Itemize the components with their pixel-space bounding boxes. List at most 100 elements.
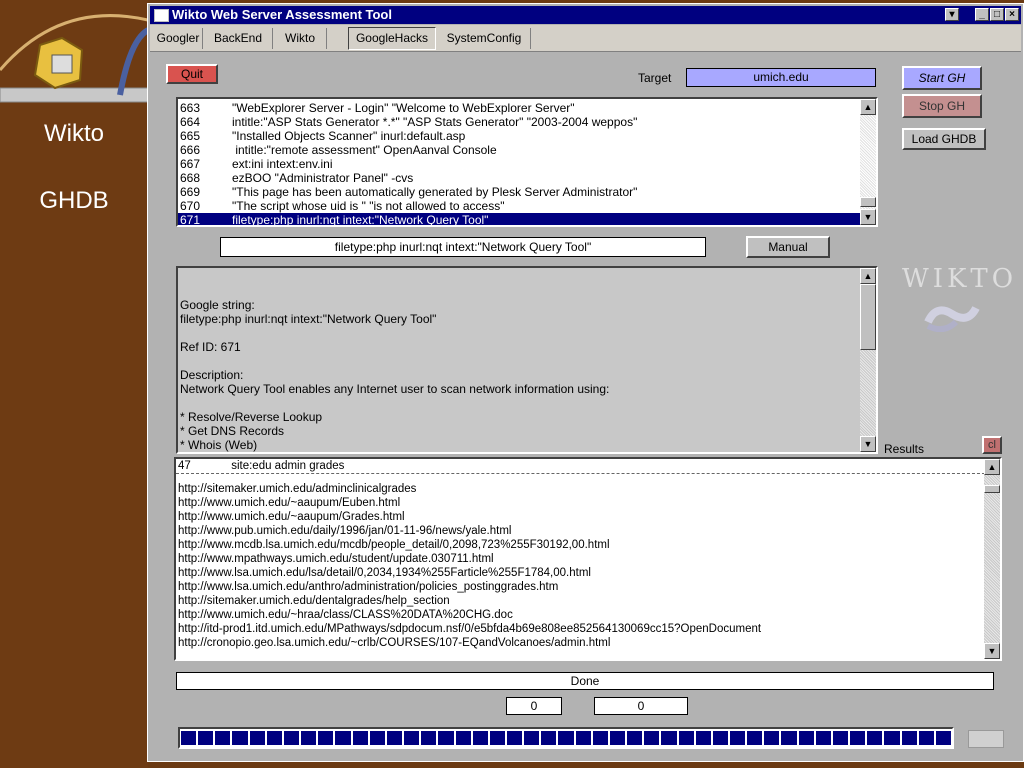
description-line (180, 396, 874, 410)
ghdb-item-query: "Installed Objects Scanner" inurl:defaul… (232, 129, 466, 143)
description-line: Google string: (180, 298, 255, 312)
description-line: * Whois (IP owner) (180, 452, 874, 454)
ghdb-listbox[interactable]: 663 "WebExplorer Server - Login" "Welcome… (176, 97, 878, 227)
ghdb-list-item[interactable]: 668 ezBOO "Administrator Panel" -cvs (178, 171, 876, 185)
result-url-item[interactable]: http://www.umich.edu/~aaupum/Grades.html (176, 510, 1000, 524)
result-url-item[interactable]: http://www.umich.edu/~aaupum/Euben.html (176, 496, 1000, 510)
ghdb-scrollbar[interactable]: ▲ ▼ (860, 99, 876, 225)
manual-button[interactable]: Manual (746, 236, 830, 258)
result-url-item[interactable]: http://www.lsa.umich.edu/anthro/administ… (176, 580, 1000, 594)
progress-block (798, 731, 814, 745)
tab-googlehacks[interactable]: GoogleHacks (348, 27, 436, 50)
ghdb-item-id: 664 (180, 115, 201, 129)
counter-current: 0 (506, 697, 562, 715)
progress-block (935, 731, 952, 745)
google-query-input[interactable]: filetype:php inurl:nqt intext:"Network Q… (220, 237, 706, 257)
progress-block (850, 731, 866, 745)
ghdb-item-query: "This page has been automatically genera… (232, 185, 638, 199)
quit-button[interactable]: Quit (166, 64, 218, 84)
description-line: filetype:php inurl:nqt intext:"Network Q… (180, 312, 437, 326)
scroll-down-icon[interactable]: ▼ (860, 436, 876, 452)
result-url-item[interactable]: http://www.mpathways.umich.edu/student/u… (176, 552, 1000, 566)
stop-gh-button[interactable]: Stop GH (902, 94, 982, 118)
scroll-down-icon[interactable]: ▼ (860, 209, 876, 225)
scroll-thumb[interactable] (860, 197, 876, 207)
progress-block (815, 731, 831, 745)
ghdb-item-query: ext:ini intext:env.ini (232, 157, 333, 171)
progress-block (318, 731, 334, 745)
scroll-up-icon[interactable]: ▲ (984, 459, 1000, 475)
scroll-thumb[interactable] (860, 284, 876, 350)
progress-block (386, 731, 403, 745)
ghdb-list-item[interactable]: 666 intitle:"remote assessment" OpenAanv… (178, 143, 876, 157)
progress-block (609, 731, 626, 745)
progress-block (215, 731, 231, 745)
minimize-button[interactable]: _ (975, 8, 989, 21)
ghdb-list-item[interactable]: 669 "This page has been automatically gen… (178, 185, 876, 199)
ghdb-list-item[interactable]: 665 "Installed Objects Scanner" inurl:def… (178, 129, 876, 143)
result-url-item[interactable]: http://www.lsa.umich.edu/lsa/detail/0,20… (176, 566, 1000, 580)
progress-block (438, 731, 454, 745)
ghdb-item-id: 665 (180, 129, 201, 143)
slide-ornament-icon (0, 0, 148, 110)
description-line (180, 326, 874, 340)
slide-sidebar: Wikto GHDB (0, 0, 148, 768)
app-window: Wikto Web Server Assessment Tool ▾ _ □ ×… (147, 3, 1024, 762)
description-box[interactable]: Google string: filetype:php inurl:nqt int… (176, 266, 878, 454)
ghdb-item-id: 671 (180, 213, 201, 227)
ghdb-list-item[interactable]: 670 "The script whose uid is " "is not al… (178, 199, 876, 213)
progress-block (764, 731, 780, 745)
result-url-item[interactable]: http://sitemaker.umich.edu/adminclinical… (176, 482, 1000, 496)
progress-block (627, 731, 643, 745)
result-url-item[interactable]: http://cronopio.geo.lsa.umich.edu/~crlb/… (176, 636, 1000, 650)
result-url-item[interactable]: http://www.pub.umich.edu/daily/1996/jan/… (176, 524, 1000, 538)
scroll-up-icon[interactable]: ▲ (860, 99, 876, 115)
result-url-item[interactable]: http://itd-prod1.itd.umich.edu/MPathways… (176, 622, 1000, 636)
tab-backend[interactable]: BackEnd (204, 28, 273, 49)
results-scrollbar[interactable]: ▲ ▼ (984, 459, 1000, 659)
close-button[interactable]: × (1005, 8, 1019, 21)
results-header-query: site:edu admin grades (231, 460, 345, 472)
load-ghdb-button[interactable]: Load GHDB (902, 128, 986, 150)
tab-bar: Googler BackEnd Wikto GoogleHacks System… (150, 25, 1021, 52)
scroll-down-icon[interactable]: ▼ (984, 643, 1000, 659)
scroll-thumb[interactable] (984, 485, 1000, 493)
progress-block (472, 731, 488, 745)
ghdb-item-query: "WebExplorer Server - Login" "Welcome to… (232, 101, 575, 115)
progress-block (283, 731, 300, 745)
counter-total: 0 (594, 697, 688, 715)
status-bar: Done (176, 672, 994, 690)
target-input[interactable]: umich.edu (686, 68, 876, 87)
result-url-item[interactable]: http://www.mcdb.lsa.umich.edu/mcdb/peopl… (176, 538, 1000, 552)
ghdb-list-item[interactable]: 664 intitle:"ASP Stats Generator *.*" "AS… (178, 115, 876, 129)
description-line: * Get DNS Records (180, 424, 285, 438)
scroll-up-icon[interactable]: ▲ (860, 268, 876, 284)
results-box[interactable]: 47 site:edu admin grades http://sitemake… (174, 457, 1002, 661)
tab-googler[interactable]: Googler (154, 28, 203, 49)
googlehacks-panel: Quit Target umich.edu Start GH Stop GH L… (150, 52, 1021, 759)
ghdb-list-item[interactable]: 667 ext:ini intext:env.ini (178, 157, 876, 171)
ghdb-list-item[interactable]: 663 "WebExplorer Server - Login" "Welcome… (178, 101, 876, 115)
slide-label-wikto: Wikto (44, 120, 104, 147)
results-header-row: 47 site:edu admin grades (176, 459, 1000, 474)
progress-block (404, 731, 420, 745)
ghdb-item-query: intitle:"ASP Stats Generator *.*" "ASP S… (232, 115, 638, 129)
ghdb-item-id: 670 (180, 199, 201, 213)
ghdb-item-query: "The script whose uid is " "is not allow… (232, 199, 505, 213)
result-url-item[interactable]: http://sitemaker.umich.edu/dentalgrades/… (176, 594, 1000, 608)
maximize-button[interactable]: □ (990, 8, 1004, 21)
description-scrollbar[interactable]: ▲ ▼ (860, 268, 876, 452)
results-label: Results (884, 442, 925, 456)
start-gh-button[interactable]: Start GH (902, 66, 982, 90)
ghdb-list-item[interactable]: 671 filetype:php inurl:nqt intext:"Networ… (178, 213, 876, 227)
tab-systemconfig[interactable]: SystemConfig (438, 28, 531, 49)
tab-wikto[interactable]: Wikto (274, 28, 327, 49)
clear-results-button[interactable]: cl (982, 436, 1002, 454)
system-menu-icon[interactable]: ▾ (945, 8, 959, 21)
description-line: Description: (180, 368, 244, 382)
progress-block (712, 731, 728, 745)
progress-block (781, 731, 797, 745)
progress-block (301, 731, 317, 745)
result-url-item[interactable]: http://www.umich.edu/~hraa/class/CLASS%2… (176, 608, 1000, 622)
ghdb-item-id: 663 (180, 101, 201, 115)
